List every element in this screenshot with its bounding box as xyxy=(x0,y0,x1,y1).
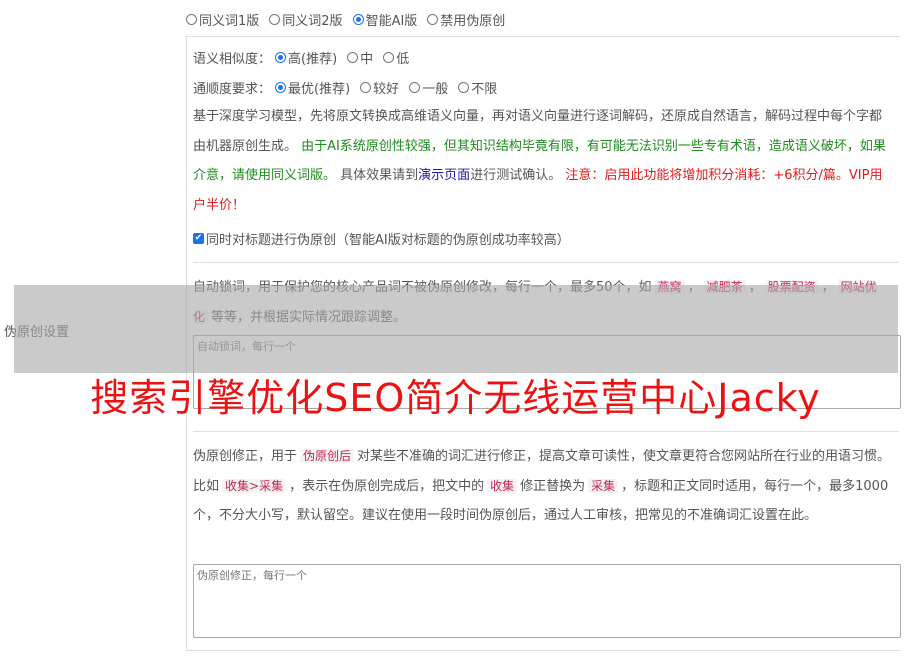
lock-words-input[interactable] xyxy=(193,335,901,409)
similarity-label: 语义相似度： xyxy=(193,51,272,67)
radio-icon xyxy=(360,81,372,93)
radio-label: 智能AI版 xyxy=(365,13,418,29)
mode-option-ai[interactable]: 智能AI版 xyxy=(352,10,418,29)
fluency-option-best[interactable]: 最优(推荐) xyxy=(275,78,350,97)
radio-label: 低 xyxy=(396,51,410,67)
radio-label: 中 xyxy=(360,51,374,67)
example-tag: 收集>采集 xyxy=(222,478,287,493)
similarity-row: 语义相似度： 高(推荐) 中 低 xyxy=(193,48,419,67)
title-rewrite-checkbox[interactable]: ✔ 同时对标题进行伪原创（智能AI版对标题的伪原创成功率较高） xyxy=(193,229,570,248)
fluency-label: 通顺度要求： xyxy=(193,81,272,97)
radio-label: 较好 xyxy=(373,81,400,97)
radio-icon xyxy=(269,13,281,25)
mode-radio-group: 同义词1版 同义词2版 智能AI版 禁用伪原创 xyxy=(186,10,515,29)
ai-settings-panel: 语义相似度： 高(推荐) 中 低 通顺度要求： 最优(推荐) 较好 一般 不限 … xyxy=(186,36,901,651)
radio-label: 同义词2版 xyxy=(282,13,343,29)
radio-icon xyxy=(186,13,197,25)
radio-label: 一般 xyxy=(422,81,449,97)
desc-text: 修正替换为 xyxy=(520,478,586,494)
radio-label: 不限 xyxy=(471,81,498,97)
radio-icon xyxy=(458,81,470,93)
fluency-option-good[interactable]: 较好 xyxy=(360,78,399,97)
example-tag: 采集 xyxy=(588,478,619,493)
separator-text: ， xyxy=(687,280,701,295)
radio-icon xyxy=(347,51,359,63)
mode-option-disable[interactable]: 禁用伪原创 xyxy=(427,10,505,29)
similarity-option-high[interactable]: 高(推荐) xyxy=(275,48,337,67)
section-label: 伪原创设置 xyxy=(4,325,70,340)
mode-option-synonym1[interactable]: 同义词1版 xyxy=(186,10,259,29)
desc-text: ，表示在伪原创完成后，把文中的 xyxy=(289,478,485,494)
desc-text: 等等，并根据实际情况跟踪调整。 xyxy=(211,309,407,325)
ai-description: 基于深度学习模型，先将原文转换成高维语义向量，再对语义向量进行逐词解码，还原成自… xyxy=(193,102,893,220)
radio-label: 高(推荐) xyxy=(288,51,338,67)
radio-icon xyxy=(427,13,439,25)
similarity-option-medium[interactable]: 中 xyxy=(347,48,373,67)
desc-text: 进行测试确认。 xyxy=(470,168,562,183)
separator-text: ， xyxy=(821,280,835,295)
lock-words-description: 自动锁词，用于保护您的核心产品词不被伪原创修改，每行一个，最多50个，如 燕窝，减… xyxy=(193,273,893,332)
radio-label: 同义词1版 xyxy=(199,13,260,29)
radio-icon xyxy=(383,51,395,63)
example-tag: 股票配资 xyxy=(764,280,819,294)
radio-checked-icon xyxy=(275,51,287,63)
mode-option-synonym2[interactable]: 同义词2版 xyxy=(269,10,343,29)
radio-checked-icon xyxy=(275,81,287,93)
example-tag: 收集 xyxy=(487,478,518,493)
example-tag: 伪原创后 xyxy=(300,449,355,463)
example-tag: 燕窝 xyxy=(654,280,685,294)
radio-label: 禁用伪原创 xyxy=(440,13,506,29)
divider xyxy=(193,431,899,432)
desc-text: 自动锁词，用于保护您的核心产品词不被伪原创修改，每行一个，最多50个，如 xyxy=(193,280,652,295)
similarity-option-low[interactable]: 低 xyxy=(383,48,409,67)
divider xyxy=(193,262,899,263)
radio-checked-icon xyxy=(352,13,364,25)
checkbox-label: 同时对标题进行伪原创（智能AI版对标题的伪原创成功率较高） xyxy=(206,233,570,248)
radio-icon xyxy=(409,81,421,93)
correction-input[interactable] xyxy=(193,564,901,638)
correction-description: 伪原创修正，用于 伪原创后 对某些不准确的词汇进行修正，提高文章可读性，使文章更符合… xyxy=(193,442,893,531)
fluency-row: 通顺度要求： 最优(推荐) 较好 一般 不限 xyxy=(193,78,507,97)
separator-text: ， xyxy=(748,280,762,295)
demo-page-link[interactable]: 演示页面 xyxy=(418,168,470,183)
radio-label: 最优(推荐) xyxy=(288,81,351,97)
desc-text: 具体效果请到 xyxy=(340,168,419,183)
checkbox-checked-icon: ✔ xyxy=(193,233,204,244)
desc-text: 伪原创修正，用于 xyxy=(193,449,298,464)
fluency-option-average[interactable]: 一般 xyxy=(409,78,448,97)
example-tag: 减肥茶 xyxy=(703,280,746,294)
fluency-option-unlimited[interactable]: 不限 xyxy=(458,78,497,97)
